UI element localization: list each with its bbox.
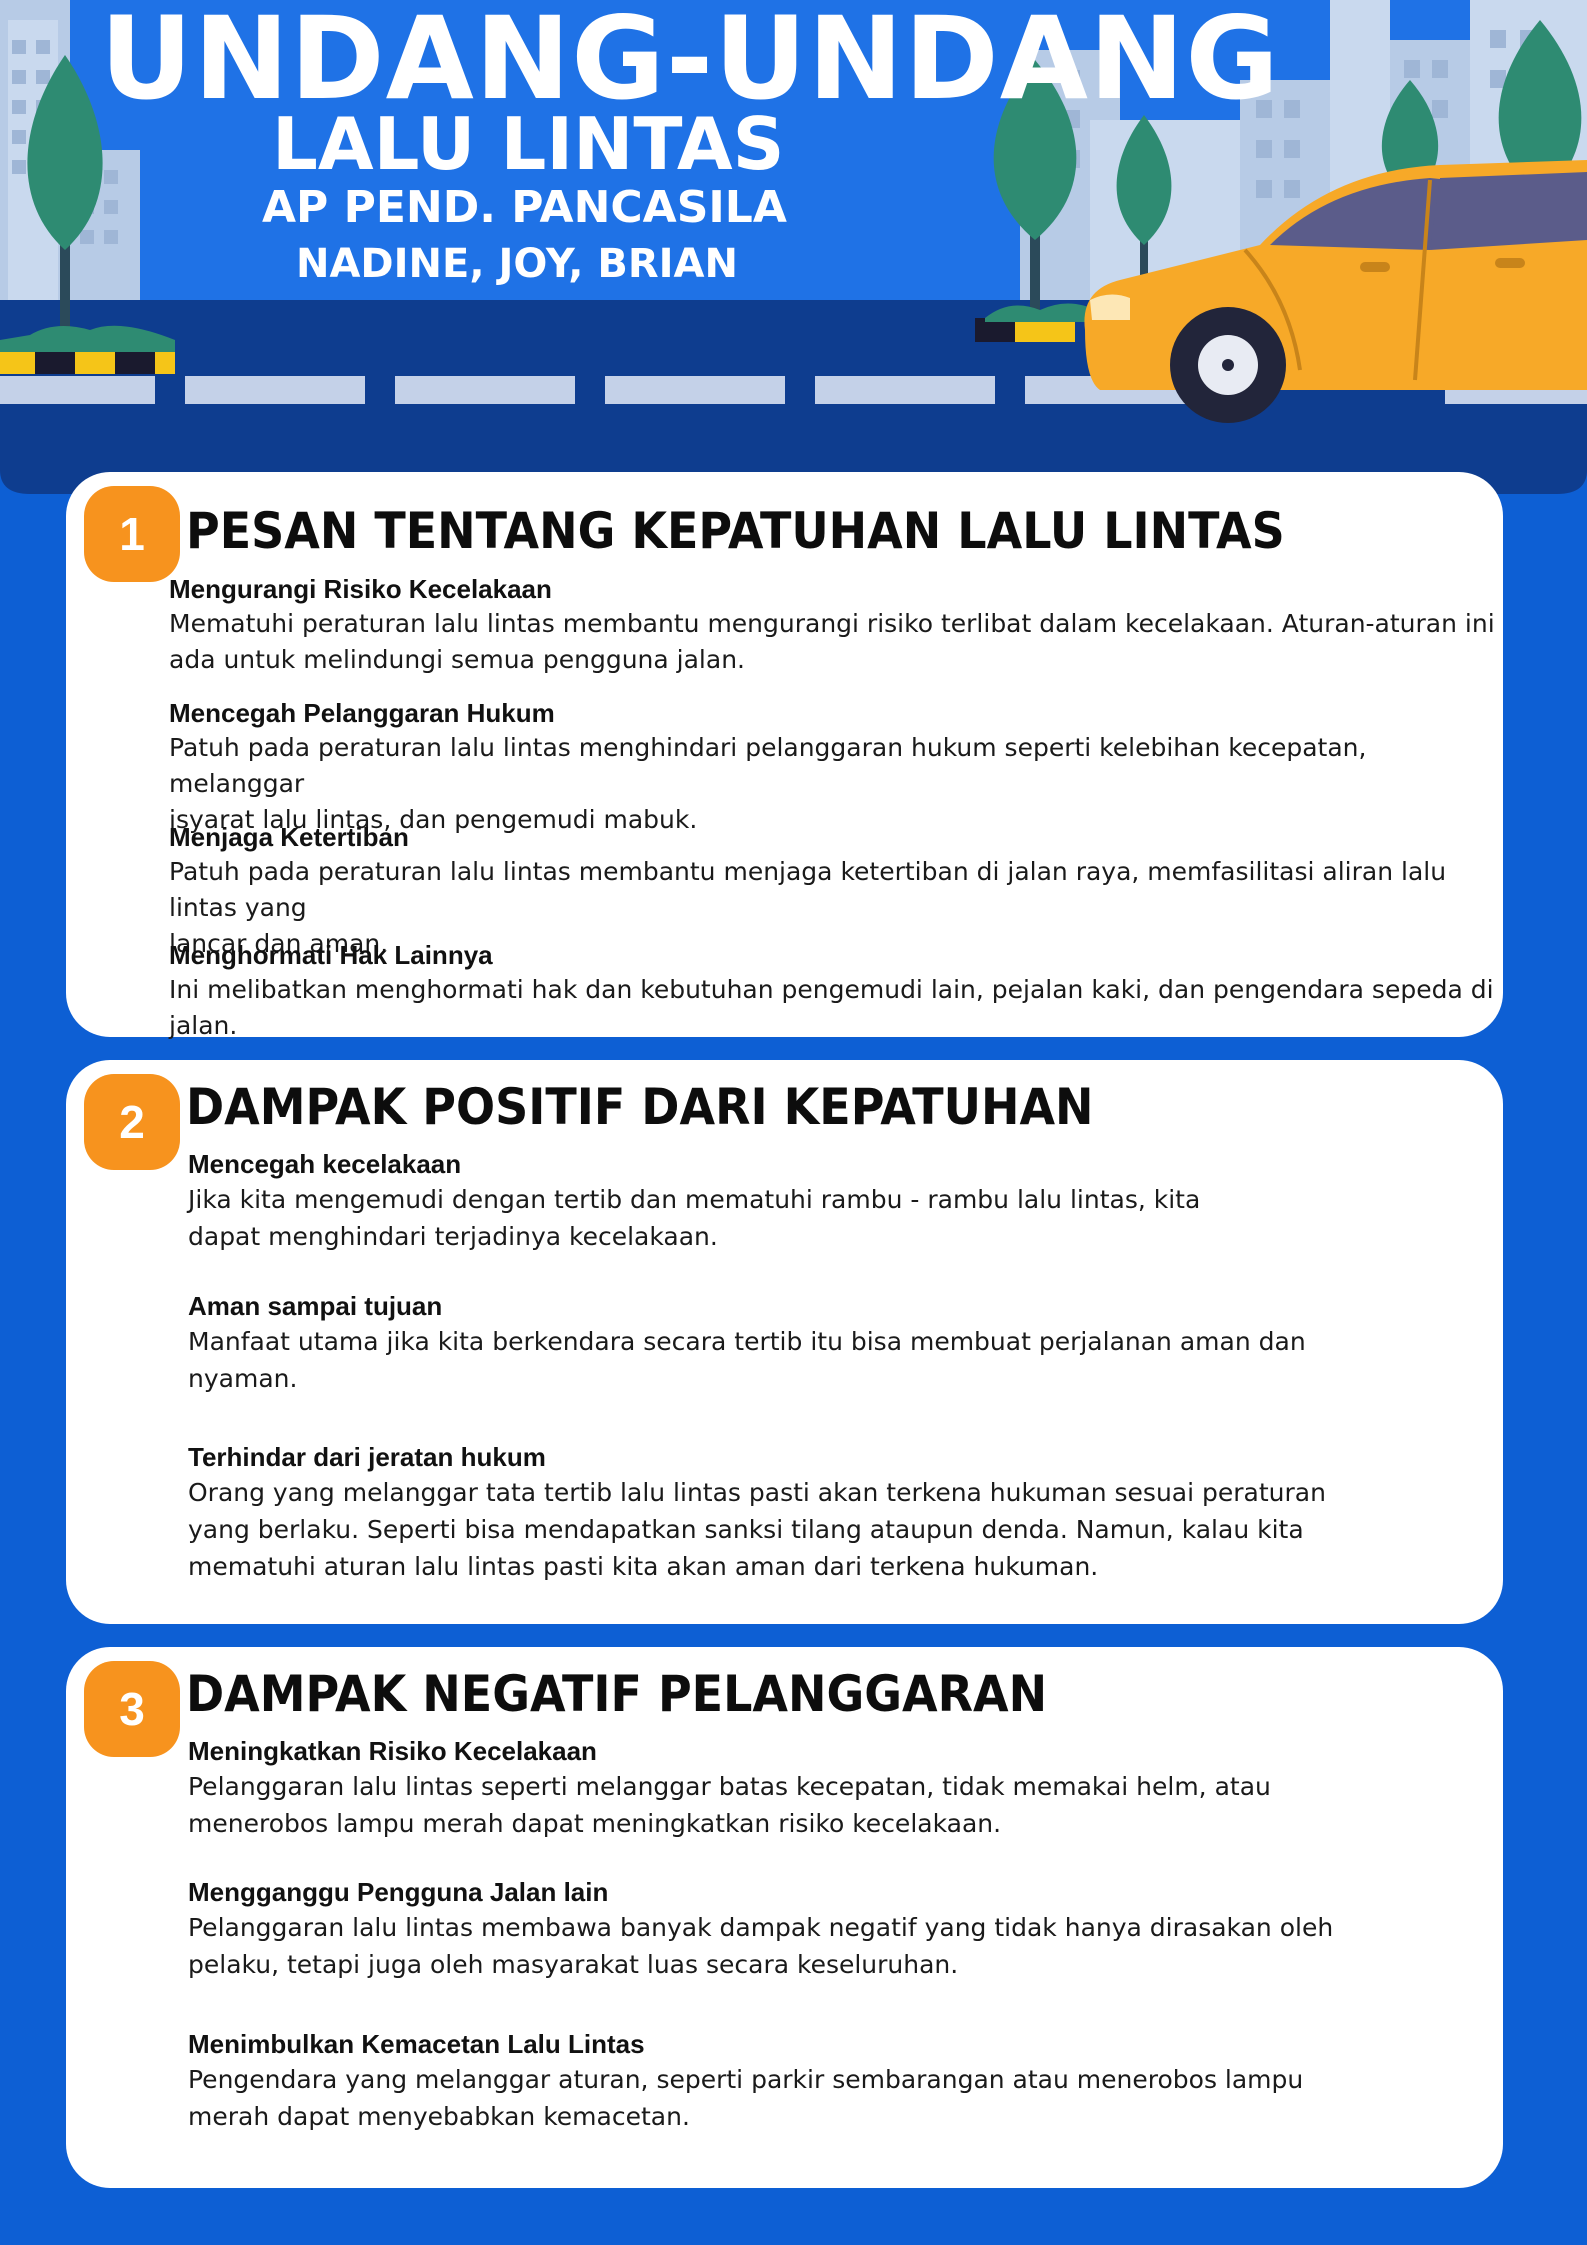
list-item: Mencegah kecelakaan Jika kita mengemudi … <box>188 1147 1200 1255</box>
item-text: yang berlaku. Seperti bisa mendapatkan s… <box>188 1515 1304 1544</box>
section-title: DAMPAK POSITIF DARI KEPATUHAN <box>186 1078 1094 1136</box>
list-item: Meningkatkan Risiko Kecelakaan Pelanggar… <box>188 1734 1271 1842</box>
item-text: dapat menghindari terjadinya kecelakaan. <box>188 1222 718 1251</box>
section-title: PESAN TENTANG KEPATUHAN LALU LINTAS <box>186 502 1285 560</box>
item-title: Mengganggu Pengguna Jalan lain <box>188 1877 609 1907</box>
item-title: Mencegah Pelanggaran Hukum <box>169 698 555 728</box>
list-item: Menghormati Hak Lainnya Ini melibatkan m… <box>169 938 1503 1044</box>
page-title-line2: LALU LINTAS <box>272 102 785 186</box>
item-text: menerobos lampu merah dapat meningkatkan… <box>188 1809 1002 1838</box>
page-title: UNDANG-UNDANG <box>100 0 1280 125</box>
section-card-3: 3 DAMPAK NEGATIF PELANGGARAN Meningkatka… <box>66 1647 1503 2188</box>
section-title: DAMPAK NEGATIF PELANGGARAN <box>186 1665 1048 1723</box>
item-text: Orang yang melanggar tata tertib lalu li… <box>188 1478 1326 1507</box>
item-text: Patuh pada peraturan lalu lintas menghin… <box>169 733 1367 798</box>
item-text: Jika kita mengemudi dengan tertib dan me… <box>188 1185 1201 1214</box>
authors: NADINE, JOY, BRIAN <box>296 241 738 287</box>
item-title: Menimbulkan Kemacetan Lalu Lintas <box>188 2029 645 2059</box>
item-text: pelaku, tetapi juga oleh masyarakat luas… <box>188 1950 959 1979</box>
item-text: nyaman. <box>188 1364 298 1393</box>
item-text: Pelanggaran lalu lintas membawa banyak d… <box>188 1913 1334 1942</box>
item-title: Terhindar dari jeratan hukum <box>188 1442 546 1472</box>
list-item: Aman sampai tujuan Manfaat utama jika ki… <box>188 1289 1306 1397</box>
section-number-badge: 2 <box>84 1074 180 1170</box>
list-item: Menimbulkan Kemacetan Lalu Lintas Pengen… <box>188 2027 1303 2135</box>
section-number-badge: 3 <box>84 1661 180 1757</box>
item-text: Pelanggaran lalu lintas seperti melangga… <box>188 1772 1271 1801</box>
item-text: ada untuk melindungi semua pengguna jala… <box>169 645 745 674</box>
item-text: Pengendara yang melanggar aturan, sepert… <box>188 2065 1304 2094</box>
item-title: Menghormati Hak Lainnya <box>169 940 493 970</box>
item-text: merah dapat menyebabkan kemacetan. <box>188 2102 690 2131</box>
section-card-1: 1 PESAN TENTANG KEPATUHAN LALU LINTAS Me… <box>66 472 1503 1040</box>
page-subtitle: AP PEND. PANCASILA <box>262 182 787 233</box>
item-text: mematuhi aturan lalu lintas pasti kita a… <box>188 1552 1099 1581</box>
section-card-2: 2 DAMPAK POSITIF DARI KEPATUHAN Mencegah… <box>66 1060 1503 1624</box>
item-title: Aman sampai tujuan <box>188 1291 443 1321</box>
item-text: Mematuhi peraturan lalu lintas membantu … <box>169 609 1495 638</box>
list-item: Mengganggu Pengguna Jalan lain Pelanggar… <box>188 1875 1333 1983</box>
item-text: Manfaat utama jika kita berkendara secar… <box>188 1327 1306 1356</box>
item-title: Meningkatkan Risiko Kecelakaan <box>188 1736 597 1766</box>
item-text: Ini melibatkan menghormati hak dan kebut… <box>169 975 1494 1040</box>
item-text: Patuh pada peraturan lalu lintas membant… <box>169 857 1447 922</box>
item-title: Mengurangi Risiko Kecelakaan <box>169 574 552 604</box>
item-title: Mencegah kecelakaan <box>188 1149 462 1179</box>
item-title: Menjaga Ketertiban <box>169 822 409 852</box>
list-item: Mengurangi Risiko Kecelakaan Mematuhi pe… <box>169 572 1495 678</box>
list-item: Terhindar dari jeratan hukum Orang yang … <box>188 1440 1326 1585</box>
section-number-badge: 1 <box>84 486 180 582</box>
list-item: Mencegah Pelanggaran Hukum Patuh pada pe… <box>169 696 1503 838</box>
